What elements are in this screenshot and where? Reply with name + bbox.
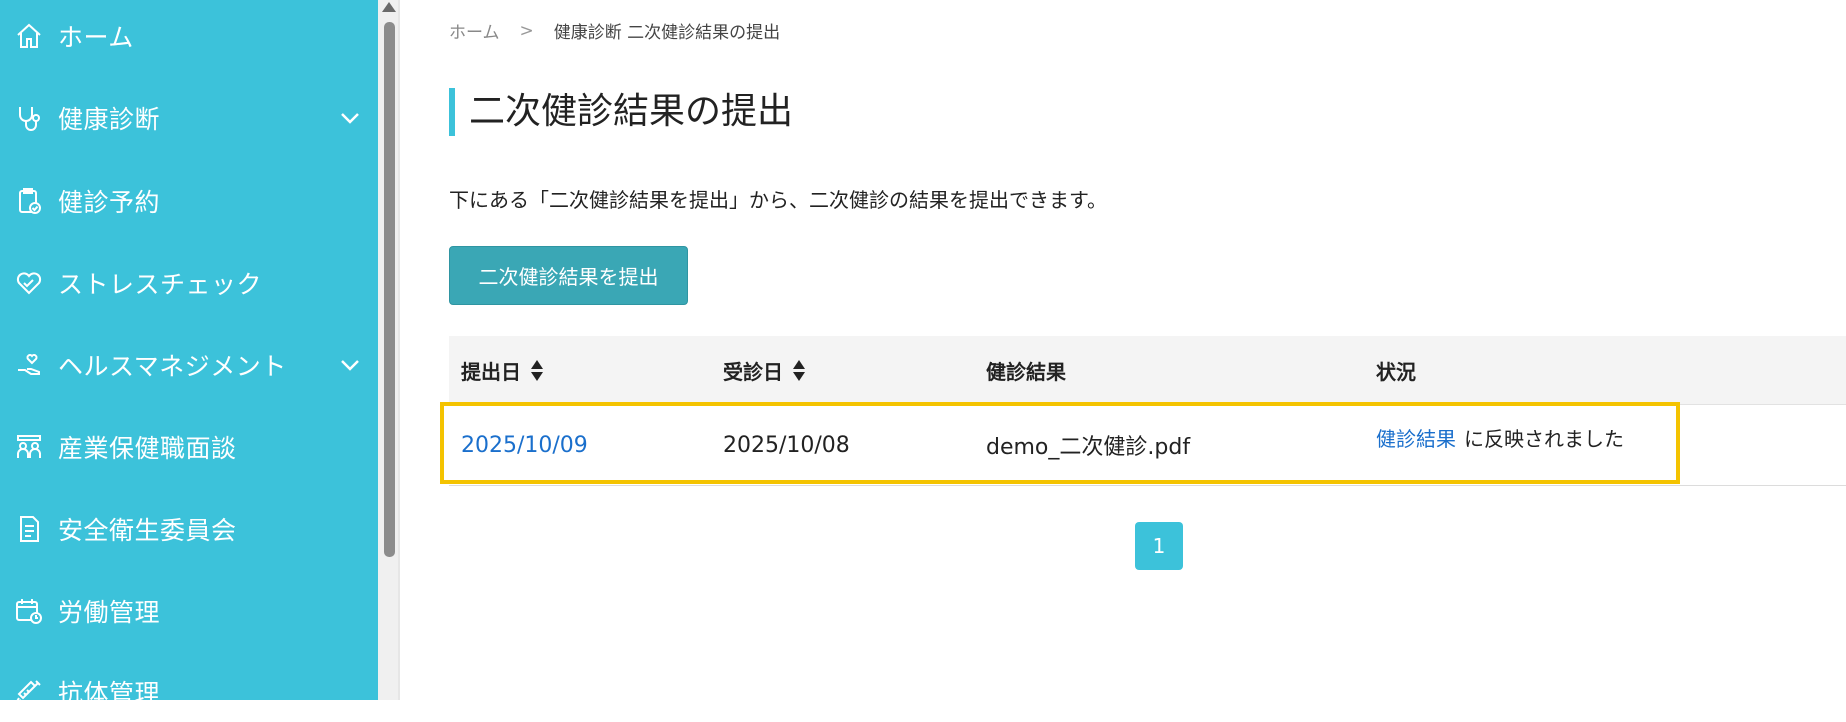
submitted-date-link[interactable]: 2025/10/09	[461, 433, 588, 458]
breadcrumb-separator: >	[519, 20, 534, 41]
scroll-up-arrow-icon[interactable]	[382, 2, 396, 12]
sidebar-item-labor-management[interactable]: 労働管理	[0, 581, 378, 641]
column-header-result: 健診結果	[986, 359, 1066, 384]
sidebar-item-home[interactable]: ホーム	[0, 6, 378, 66]
breadcrumb-current: 健康診断 二次健診結果の提出	[553, 23, 781, 43]
sidebar-scrollbar[interactable]	[378, 0, 400, 700]
sort-icon[interactable]	[793, 359, 805, 381]
clipboard-check-icon	[14, 186, 44, 216]
hand-heart-icon	[14, 350, 44, 380]
page-description: 下にある「二次健診結果を提出」から、二次健診の結果を提出できます。	[449, 188, 1107, 212]
main-content: ホーム > 健康診断 二次健診結果の提出 二次健診結果の提出 下にある「二次健診…	[400, 0, 1846, 700]
column-header-label: 提出日	[461, 359, 521, 384]
sidebar-item-label: 抗体管理	[58, 679, 161, 708]
cell-submitted-date: 2025/10/09	[461, 405, 588, 485]
submit-secondary-checkup-button[interactable]: 二次健診結果を提出	[449, 246, 688, 305]
breadcrumb: ホーム > 健康診断 二次健診結果の提出	[449, 18, 781, 44]
calendar-clock-icon	[14, 596, 44, 626]
sort-icon[interactable]	[531, 359, 543, 381]
scrollbar-thumb[interactable]	[384, 22, 395, 557]
breadcrumb-home-link[interactable]: ホーム	[449, 18, 500, 43]
pagination-page-button[interactable]: 1	[1135, 522, 1183, 570]
sidebar-item-label: 労働管理	[58, 598, 161, 627]
syringe-icon	[14, 677, 44, 707]
sidebar-item-label: ストレスチェック	[58, 270, 263, 299]
sidebar-item-stress-check[interactable]: ストレスチェック	[0, 253, 378, 313]
table-row: 2025/10/09 2025/10/08 demo_二次健診.pdf 健診結果…	[449, 405, 1846, 486]
cell-result-file: demo_二次健診.pdf	[986, 435, 1191, 460]
sidebar-item-label: ホーム	[58, 23, 134, 52]
column-header-exam-date: 受診日	[723, 336, 805, 404]
chevron-down-icon[interactable]	[338, 353, 362, 377]
heart-icon	[14, 268, 44, 298]
checkup-result-link[interactable]: 健診結果	[1376, 423, 1456, 452]
consultation-icon	[14, 432, 44, 462]
sidebar-item-antibody-management[interactable]: 抗体管理	[0, 662, 378, 722]
column-header-submitted-date: 提出日	[461, 336, 543, 404]
sidebar-item-label: 健康診断	[58, 105, 161, 134]
cell-exam-date: 2025/10/08	[723, 432, 850, 458]
sidebar-item-checkup-reservation[interactable]: 健診予約	[0, 171, 378, 231]
status-text: に反映されました	[1464, 426, 1624, 451]
column-header-status: 状況	[1376, 359, 1416, 384]
home-icon	[14, 21, 44, 51]
page-title: 二次健診結果の提出	[449, 88, 793, 136]
chevron-down-icon[interactable]	[338, 106, 362, 130]
sidebar-item-safety-committee[interactable]: 安全衛生委員会	[0, 499, 378, 559]
sidebar-item-label: ヘルスマネジメント	[58, 352, 287, 381]
document-icon	[14, 514, 44, 544]
cell-status: 健診結果 に反映されました	[1376, 397, 1624, 477]
sidebar-item-health-management[interactable]: ヘルスマネジメント	[0, 335, 378, 395]
sidebar-item-health-checkup[interactable]: 健康診断	[0, 88, 378, 148]
sidebar-item-label: 健診予約	[58, 188, 161, 217]
sidebar-item-occupational-health-interview[interactable]: 産業保健職面談	[0, 417, 378, 477]
column-header-label: 受診日	[723, 359, 783, 384]
stethoscope-icon	[14, 103, 44, 133]
sidebar: ホーム 健康診断 健診予約 ストレスチェック ヘルスマネジメント 産業保健職面談…	[0, 0, 378, 708]
sidebar-item-label: 安全衛生委員会	[58, 516, 237, 545]
sidebar-item-label: 産業保健職面談	[58, 434, 237, 463]
table-header: 提出日 受診日 健診結果 状況	[449, 336, 1846, 405]
